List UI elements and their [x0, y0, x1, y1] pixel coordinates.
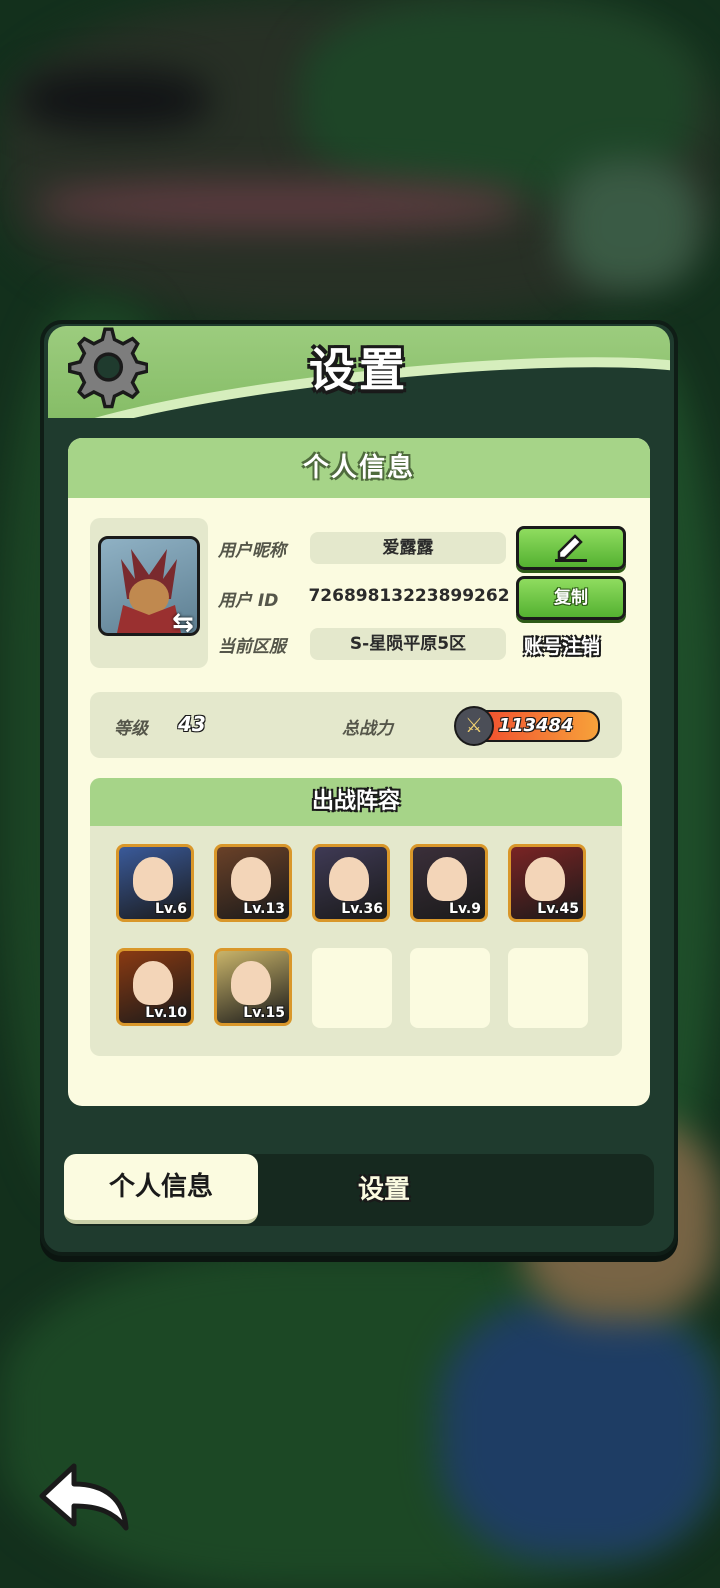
settings-panel: 设置 个人信息 ⇆ 用户昵称 爱露露 用户 ID 726898132238992…: [40, 320, 678, 1256]
hero-level: Lv.45: [537, 901, 579, 917]
server-field: S-星陨平原5区: [310, 628, 506, 660]
hero-portrait: [231, 857, 271, 901]
nickname-label: 用户昵称: [218, 541, 286, 561]
hero-slot[interactable]: Lv.9: [410, 844, 488, 922]
user-id-value: 7268981322389926​2: [308, 586, 510, 606]
copy-id-button[interactable]: 复制: [516, 576, 626, 620]
level-value: 43: [178, 712, 206, 736]
hero-slot[interactable]: Lv.36: [312, 844, 390, 922]
edit-nickname-button[interactable]: [516, 526, 626, 570]
hero-level: Lv.15: [243, 1005, 285, 1021]
empty-hero-slot[interactable]: [410, 948, 490, 1028]
hero-level: Lv.9: [449, 901, 481, 917]
server-label: 当前区服: [218, 637, 286, 657]
profile-card-title: 个人信息: [68, 438, 650, 498]
hero-portrait: [329, 857, 369, 901]
bottom-tab-bar: 个人信息 设置: [64, 1154, 654, 1226]
power-label: 总战力: [342, 719, 393, 739]
profile-card: 个人信息 ⇆ 用户昵称 爱露露 用户 ID 7268981322389926​2…: [68, 438, 650, 1106]
tab-profile[interactable]: 个人信息: [64, 1154, 258, 1224]
hero-portrait: [231, 961, 271, 1005]
power-badge: ⚔ 113484: [454, 706, 604, 746]
tab-settings[interactable]: 设置: [324, 1154, 444, 1226]
back-arrow-icon[interactable]: [36, 1460, 132, 1534]
level-label: 等级: [114, 719, 148, 739]
hero-level: Lv.36: [341, 901, 383, 917]
stats-row: 等级 43 总战力 ⚔ 113484: [90, 692, 622, 758]
gear-icon: [68, 327, 148, 409]
hero-portrait: [133, 961, 173, 1005]
hero-level: Lv.6: [155, 901, 187, 917]
user-id-label: 用户 ID: [218, 591, 279, 611]
hero-level: Lv.10: [145, 1005, 187, 1021]
hero-slot[interactable]: Lv.45: [508, 844, 586, 922]
battle-team-title: 出战阵容: [90, 778, 622, 826]
nickname-field: 爱露露: [310, 532, 506, 564]
hero-slot[interactable]: Lv.6: [116, 844, 194, 922]
empty-hero-slot[interactable]: [312, 948, 392, 1028]
hero-portrait: [525, 857, 565, 901]
battle-team-panel: 出战阵容 Lv.6 Lv.13 Lv.36 Lv.9 Lv.45 Lv.10 Lv.15: [90, 778, 622, 1056]
account-cancel-link[interactable]: 账号注销: [524, 632, 600, 659]
hero-level: Lv.13: [243, 901, 285, 917]
hero-portrait: [427, 857, 467, 901]
hero-slot[interactable]: Lv.13: [214, 844, 292, 922]
empty-hero-slot[interactable]: [508, 948, 588, 1028]
avatar-container[interactable]: ⇆: [90, 518, 208, 668]
crossed-swords-icon: ⚔: [454, 706, 494, 746]
pencil-icon: [555, 534, 587, 562]
hero-slot[interactable]: Lv.10: [116, 948, 194, 1026]
hero-slot[interactable]: Lv.15: [214, 948, 292, 1026]
swap-avatar-icon[interactable]: ⇆: [172, 608, 194, 638]
hero-portrait: [133, 857, 173, 901]
